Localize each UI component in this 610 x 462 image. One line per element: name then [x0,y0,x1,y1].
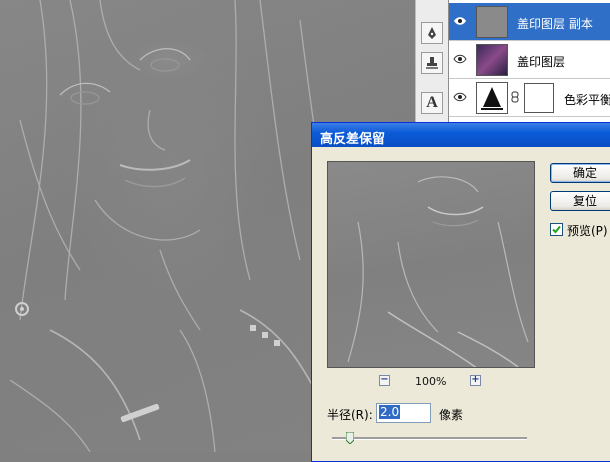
layer-mask-thumbnail [524,83,554,113]
chain-link-icon [511,91,519,106]
adjustment-thumbnail [476,82,508,114]
layer-thumbnail [476,6,508,38]
radius-slider-track[interactable] [332,437,527,440]
layer-row-stamp-copy[interactable]: 盖印图层 副本 [449,3,610,41]
layer-thumbnail [476,44,508,76]
pen-tool-button[interactable] [421,22,443,44]
radius-input[interactable]: 2.0 [376,403,431,423]
eye-icon[interactable] [452,89,468,105]
tools-strip: A [415,0,450,125]
dialog-title: 高反差保留 [320,132,386,147]
radius-label: 半径(R): [327,408,373,422]
preview-checkbox[interactable] [550,223,563,236]
radius-value: 2.0 [379,405,401,419]
zoom-level: 100% [415,375,447,388]
filter-preview[interactable] [327,161,535,368]
radius-unit: 像素 [439,408,464,422]
zoom-in-button[interactable]: + [470,375,481,386]
radius-slider-thumb[interactable] [345,431,355,445]
type-tool-button[interactable]: A [421,92,443,114]
zoom-out-button[interactable]: − [379,375,390,386]
preview-label: 预览(P) [567,224,608,238]
type-icon: A [426,94,438,111]
eye-icon[interactable] [452,51,468,67]
checkmark-icon [552,225,561,234]
dialog-titlebar[interactable]: 高反差保留 [312,123,610,147]
pen-icon [425,26,439,40]
stamp-tool-button[interactable] [421,52,443,74]
reset-button[interactable]: 复位 [550,191,610,211]
preview-image [347,176,529,367]
stamp-icon [425,56,439,70]
ok-button[interactable]: 确定 [550,163,610,183]
layer-row-stamp[interactable]: 盖印图层 [449,41,610,79]
layer-name: 盖印图层 副本 [517,17,593,31]
layer-name: 色彩平衡 [564,93,610,107]
layer-row-color-balance[interactable]: 色彩平衡 [449,79,610,117]
layer-name: 盖印图层 [517,55,566,69]
preview-zoom-controls: − 100% + [327,373,535,391]
eye-icon[interactable] [452,13,468,29]
layers-panel: 盖印图层 副本 盖印图层 色彩平衡 [448,0,610,125]
high-pass-dialog: 高反差保留 − 100% + 确定 复位 预览(P) 半径(R): 2.0 像素 [311,122,610,462]
